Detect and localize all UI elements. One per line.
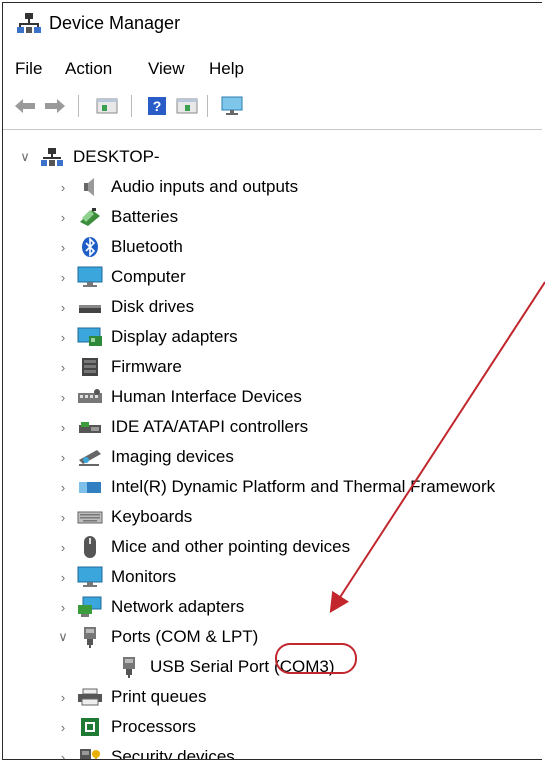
chevron-right-icon[interactable]: › — [55, 713, 71, 741]
chevron-right-icon[interactable]: › — [55, 173, 71, 201]
chevron-right-icon[interactable]: › — [55, 353, 71, 381]
bluetooth-icon — [77, 235, 103, 259]
menu-action[interactable]: Action — [65, 59, 112, 79]
toolbar: ? — [3, 89, 542, 125]
port-connector-icon — [116, 655, 142, 679]
window-title: Device Manager — [49, 13, 181, 33]
display-adapter-icon — [77, 325, 103, 349]
tree-item-batteries[interactable]: › Batteries — [55, 203, 178, 231]
tree-item-usb-serial-port[interactable]: USB Serial Port (COM3) — [116, 653, 335, 681]
chevron-down-icon[interactable]: ∨ — [55, 623, 71, 651]
mouse-icon — [77, 535, 103, 559]
tree-item-audio[interactable]: › Audio inputs and outputs — [55, 173, 298, 201]
tree-item-disk-drives[interactable]: › Disk drives — [55, 293, 194, 321]
chevron-right-icon[interactable]: › — [55, 293, 71, 321]
title-bar: Device Manager — [3, 3, 542, 43]
security-key-icon — [77, 745, 103, 759]
tree-root[interactable]: ∨ DESKTOP- — [17, 143, 160, 171]
tree-item-intel-dptf[interactable]: › Intel(R) Dynamic Platform and Thermal … — [55, 473, 495, 501]
monitor-icon[interactable] — [219, 93, 245, 119]
intel-chip-icon — [77, 475, 103, 499]
menu-file[interactable]: File — [15, 59, 42, 79]
tree-item-display-adapters[interactable]: › Display adapters — [55, 323, 238, 351]
chevron-right-icon[interactable]: › — [55, 413, 71, 441]
camera-icon — [77, 445, 103, 469]
chevron-right-icon[interactable]: › — [55, 203, 71, 231]
tree-item-bluetooth[interactable]: › Bluetooth — [55, 233, 183, 261]
tree-item-computer[interactable]: › Computer — [55, 263, 186, 291]
tree-item-processors[interactable]: › Processors — [55, 713, 196, 741]
processor-icon — [77, 715, 103, 739]
hid-icon — [77, 385, 103, 409]
tree-item-firmware[interactable]: › Firmware — [55, 353, 182, 381]
help-icon[interactable]: ? — [145, 93, 169, 119]
menu-view[interactable]: View — [148, 59, 185, 79]
svg-text:?: ? — [153, 98, 162, 114]
tree-item-imaging[interactable]: › Imaging devices — [55, 443, 234, 471]
chevron-right-icon[interactable]: › — [55, 383, 71, 411]
usb-serial-port-label: USB Serial Port — [150, 657, 270, 676]
chevron-right-icon[interactable]: › — [55, 563, 71, 591]
firmware-icon — [77, 355, 103, 379]
tree-item-keyboards[interactable]: › Keyboards — [55, 503, 192, 531]
tree-item-ports[interactable]: ∨ Ports (COM & LPT) — [55, 623, 258, 651]
menu-bar: File Action View Help — [3, 53, 542, 83]
keyboard-icon — [77, 505, 103, 529]
com-port-label: (COM3) — [274, 657, 335, 676]
tree-root-label: DESKTOP- — [73, 147, 160, 166]
chevron-right-icon[interactable]: › — [55, 233, 71, 261]
tree-item-hid[interactable]: › Human Interface Devices — [55, 383, 302, 411]
tree-item-ide[interactable]: › IDE ATA/ATAPI controllers — [55, 413, 308, 441]
chevron-right-icon[interactable]: › — [55, 503, 71, 531]
chevron-right-icon[interactable]: › — [55, 443, 71, 471]
chevron-right-icon[interactable]: › — [55, 473, 71, 501]
back-arrow-icon[interactable] — [13, 93, 37, 119]
chevron-right-icon[interactable]: › — [55, 593, 71, 621]
port-connector-icon — [77, 625, 103, 649]
chevron-right-icon[interactable]: › — [55, 323, 71, 351]
computer-network-icon — [39, 145, 65, 169]
battery-icon — [77, 205, 103, 229]
ide-controller-icon — [77, 415, 103, 439]
chevron-right-icon[interactable]: › — [55, 263, 71, 291]
chevron-right-icon[interactable]: › — [55, 533, 71, 561]
chevron-right-icon[interactable]: › — [55, 743, 71, 760]
monitor-icon — [77, 565, 103, 589]
tree-item-mice[interactable]: › Mice and other pointing devices — [55, 533, 350, 561]
tree-item-monitors[interactable]: › Monitors — [55, 563, 176, 591]
tree-item-network[interactable]: › Network adapters — [55, 593, 244, 621]
menu-help[interactable]: Help — [209, 59, 244, 79]
printer-icon — [77, 685, 103, 709]
disk-drive-icon — [77, 295, 103, 319]
tree-item-security-devices[interactable]: › Security devices — [55, 743, 235, 760]
update-driver-icon[interactable] — [175, 93, 199, 119]
tree-item-print-queues[interactable]: › Print queues — [55, 683, 207, 711]
device-manager-app-icon — [17, 12, 41, 34]
chevron-down-icon[interactable]: ∨ — [17, 143, 33, 171]
chevron-right-icon[interactable]: › — [55, 683, 71, 711]
speaker-icon — [77, 175, 103, 199]
properties-icon[interactable] — [95, 93, 119, 119]
computer-icon — [77, 265, 103, 289]
forward-arrow-icon[interactable] — [43, 93, 67, 119]
device-manager-window: Device Manager File Action View Help ? ∨… — [2, 2, 542, 760]
network-adapter-icon — [77, 595, 103, 619]
